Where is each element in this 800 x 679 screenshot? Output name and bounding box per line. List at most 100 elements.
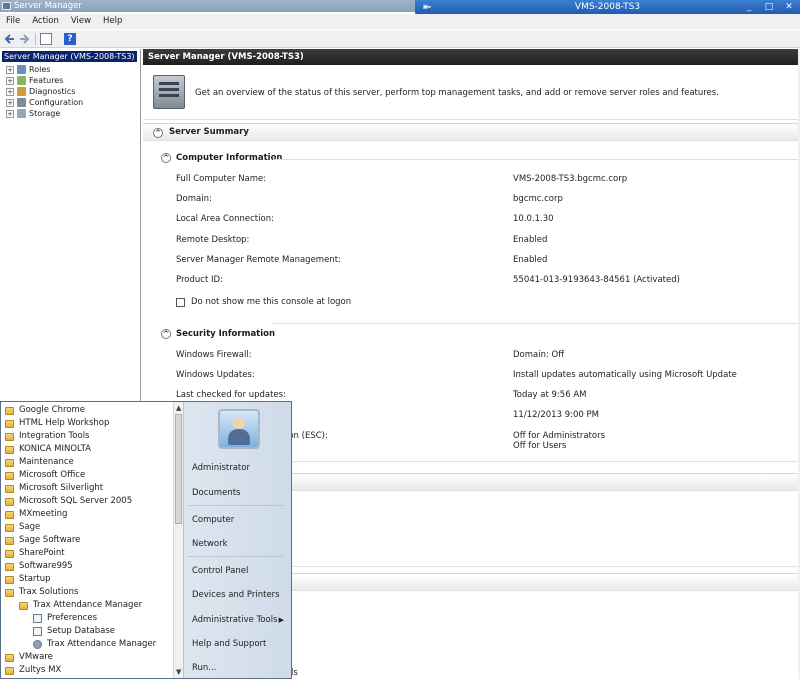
program-folder[interactable]: Microsoft Office xyxy=(5,469,85,482)
administrator-link[interactable]: Administrator xyxy=(192,461,250,475)
computer-link[interactable]: Computer xyxy=(192,513,234,527)
program-shortcut[interactable]: Preferences xyxy=(33,612,97,625)
program-folder[interactable]: Startup xyxy=(5,573,51,586)
folder-icon xyxy=(5,497,14,506)
menu-help[interactable]: Help xyxy=(97,14,128,26)
program-folder[interactable]: HTML Help Workshop xyxy=(5,417,109,430)
program-label: Software995 xyxy=(19,561,73,571)
program-folder[interactable]: Microsoft Silverlight xyxy=(5,482,103,495)
folder-icon xyxy=(5,562,14,571)
program-folder[interactable]: Sage xyxy=(5,521,40,534)
program-shortcut[interactable]: Trax Attendance Manager xyxy=(33,638,156,651)
show-hide-console-tree-icon[interactable] xyxy=(40,33,52,45)
expand-icon[interactable]: + xyxy=(6,87,14,96)
folder-icon xyxy=(5,432,14,441)
divider xyxy=(273,323,800,324)
program-folder[interactable]: Microsoft SQL Server 2005 xyxy=(5,495,132,508)
toolbar-separator xyxy=(35,33,36,45)
folder-icon xyxy=(5,510,14,519)
tree-item-roles[interactable]: + Roles xyxy=(6,64,50,75)
checkbox[interactable] xyxy=(176,297,185,307)
program-folder[interactable]: SharePoint xyxy=(5,547,65,560)
pane-header: Server Manager (VMS-2008-TS3) xyxy=(143,49,800,65)
programs-scrollbar[interactable]: ▲ ▼ xyxy=(173,402,183,678)
program-folder[interactable]: MXmeeting xyxy=(5,508,67,521)
program-folder[interactable]: Trax Attendance Manager xyxy=(19,599,142,612)
collapse-icon[interactable]: ^ xyxy=(161,329,171,339)
help-icon[interactable]: ? xyxy=(64,33,76,45)
windows-updates-value: Install updates automatically using Micr… xyxy=(513,370,737,380)
menu-view[interactable]: View xyxy=(65,14,97,26)
collapsed-section-header[interactable] xyxy=(291,473,800,491)
scroll-thumb[interactable] xyxy=(175,414,182,524)
program-folder[interactable]: KONICA MINOLTA xyxy=(5,443,91,456)
program-folder[interactable]: Zultys MX xyxy=(5,664,61,677)
expand-icon[interactable]: + xyxy=(6,109,14,118)
documents-link[interactable]: Documents xyxy=(192,486,240,500)
program-label: Trax Solutions xyxy=(19,587,79,597)
server-summary-header[interactable]: ^ Server Summary xyxy=(143,123,800,141)
program-folder[interactable]: Sage Software xyxy=(5,534,80,547)
program-shortcut[interactable]: Setup Database xyxy=(33,625,115,638)
expand-icon[interactable]: + xyxy=(6,65,14,74)
tree-item-label: Storage xyxy=(29,109,61,118)
setup-database-icon xyxy=(33,627,42,636)
run-link[interactable]: Run... xyxy=(192,661,216,675)
tree-root-server-manager[interactable]: Server Manager (VMS-2008-TS3) xyxy=(2,51,137,62)
program-folder[interactable]: Trax Solutions xyxy=(5,586,78,599)
program-label: Setup Database xyxy=(47,626,115,636)
program-folder[interactable]: Google Chrome xyxy=(5,404,85,417)
hide-console-at-logon[interactable]: Do not show me this console at logon xyxy=(176,297,351,307)
tree-item-features[interactable]: + Features xyxy=(6,75,63,86)
folder-icon xyxy=(5,575,14,584)
menu-separator xyxy=(188,505,284,506)
computer-information-header[interactable]: ^ Computer Information xyxy=(161,153,282,163)
program-label: HTML Help Workshop xyxy=(19,418,110,428)
tree-item-storage[interactable]: + Storage xyxy=(6,108,60,119)
program-label: VMware xyxy=(19,652,53,662)
control-panel-link[interactable]: Control Panel xyxy=(192,564,248,578)
scroll-up-icon[interactable]: ▲ xyxy=(176,404,181,412)
program-label: Maintenance xyxy=(19,457,74,467)
help-and-support-link[interactable]: Help and Support xyxy=(192,637,266,651)
field-label: Remote Desktop: xyxy=(176,235,250,245)
collapsed-section-header[interactable] xyxy=(291,573,800,591)
program-folder[interactable]: Software995 xyxy=(5,560,73,573)
scroll-down-icon[interactable]: ▼ xyxy=(176,668,181,676)
field-label: Full Computer Name: xyxy=(176,174,267,184)
back-icon[interactable] xyxy=(4,33,16,45)
preferences-icon xyxy=(33,614,42,623)
divider xyxy=(291,566,800,567)
administrative-tools-link[interactable]: Administrative Tools ▶ xyxy=(192,613,290,627)
tree-item-configuration[interactable]: + Configuration xyxy=(6,97,83,108)
program-label: Zultys MX xyxy=(19,665,62,675)
program-folder[interactable]: Integration Tools xyxy=(5,430,89,443)
subsection-title: Security Information xyxy=(176,329,276,339)
local-area-connection-link[interactable]: 10.0.1.30 xyxy=(513,214,554,224)
server-icon xyxy=(153,75,185,109)
forward-icon[interactable] xyxy=(18,33,30,45)
user-avatar[interactable] xyxy=(218,409,260,449)
program-folder[interactable]: Maintenance xyxy=(5,456,74,469)
folder-icon xyxy=(5,523,14,532)
submenu-arrow-icon: ▶ xyxy=(278,616,284,624)
checkbox-label: Do not show me this console at logon xyxy=(191,297,352,307)
divider xyxy=(291,461,800,462)
security-information-header[interactable]: ^ Security Information xyxy=(161,329,275,339)
expand-icon[interactable]: + xyxy=(6,76,14,85)
minimize-button[interactable]: _ xyxy=(742,2,756,12)
collapse-icon[interactable]: ^ xyxy=(153,128,163,138)
expand-icon[interactable]: + xyxy=(6,98,14,107)
tree-item-label: Configuration xyxy=(29,98,84,107)
close-button[interactable]: ✕ xyxy=(782,2,796,12)
collapse-icon[interactable]: ^ xyxy=(161,153,171,163)
menu-file[interactable]: File xyxy=(0,14,26,26)
menu-action[interactable]: Action xyxy=(26,14,65,26)
folder-icon xyxy=(5,406,14,415)
program-folder[interactable]: VMware xyxy=(5,651,53,664)
full-computer-name-value: VMS-2008-TS3.bgcmc.corp xyxy=(513,174,628,184)
restore-button[interactable]: □ xyxy=(762,2,776,12)
devices-and-printers-link[interactable]: Devices and Printers xyxy=(192,588,280,602)
tree-item-diagnostics[interactable]: + Diagnostics xyxy=(6,86,75,97)
network-link[interactable]: Network xyxy=(192,537,228,551)
